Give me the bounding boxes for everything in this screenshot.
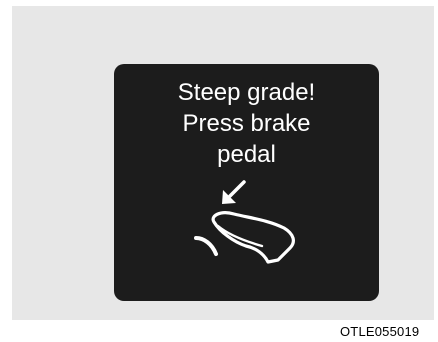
shoe-icon xyxy=(211,211,295,264)
press-arrow-icon xyxy=(222,180,246,204)
figure-background: Steep grade! Press brake pedal xyxy=(12,6,434,320)
warning-message-line-1: Steep grade! xyxy=(177,79,316,106)
warning-message-line-2: Press brake xyxy=(182,110,311,137)
warning-message-line-3: pedal xyxy=(217,141,276,168)
pedal-icon xyxy=(194,236,218,256)
foot-press-brake-pedal-icon xyxy=(194,180,295,264)
warning-message: Steep grade! Press brake pedal xyxy=(114,77,379,170)
figure-code-label: OTLE055019 xyxy=(340,324,420,339)
warning-display-panel: Steep grade! Press brake pedal xyxy=(114,64,379,301)
